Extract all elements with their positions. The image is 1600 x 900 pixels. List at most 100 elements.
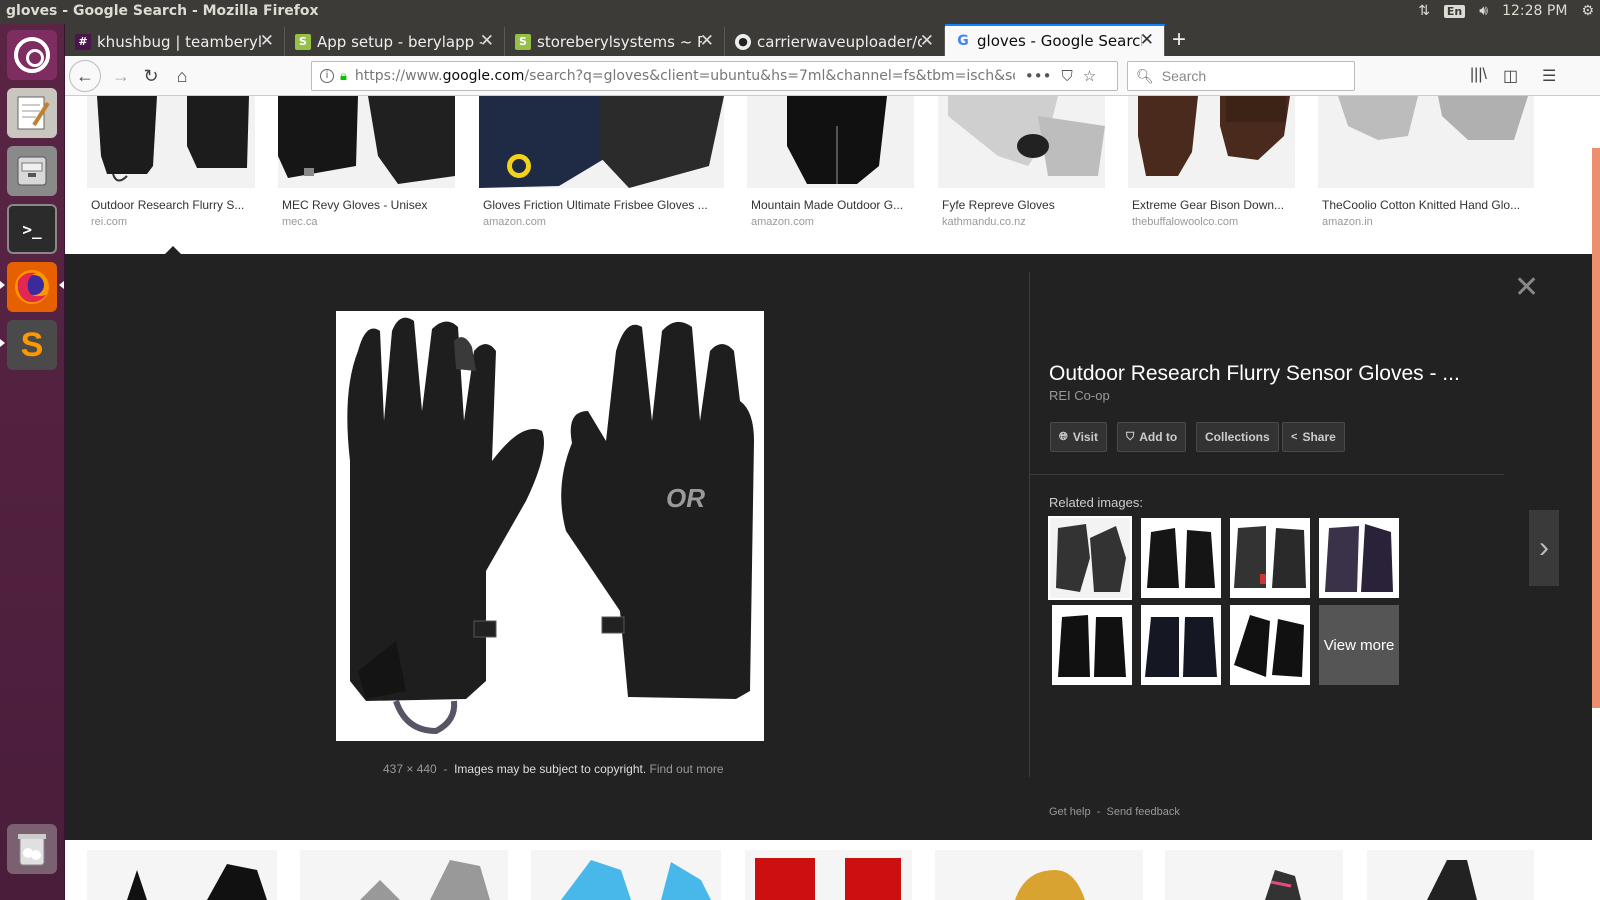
- globe-icon: 🌐︎: [1059, 430, 1068, 443]
- sidebar-icon[interactable]: ◫: [1503, 66, 1518, 86]
- bookmark-star-icon[interactable]: ☆: [1083, 67, 1096, 85]
- result-image[interactable]: [1128, 96, 1295, 188]
- result-source[interactable]: kathmandu.co.nz: [938, 216, 1105, 228]
- result-caption[interactable]: MEC Revy Gloves - Unisex: [278, 198, 455, 212]
- share-button[interactable]: < Share: [1282, 422, 1345, 452]
- image-title[interactable]: Outdoor Research Flurry Sensor Gloves - …: [1049, 362, 1479, 386]
- tab-app-setup[interactable]: S App setup - berylapp - Sh ✕: [285, 27, 505, 56]
- send-feedback-link[interactable]: Send feedback: [1106, 806, 1179, 818]
- close-tab-icon[interactable]: ✕: [480, 31, 494, 51]
- result-thumb[interactable]: TheCoolio Cotton Knitted Hand Glo... ama…: [1318, 96, 1534, 228]
- bookmark-icon: ⛉: [1126, 430, 1135, 443]
- visit-button[interactable]: 🌐︎ Visit: [1050, 422, 1107, 452]
- result-caption[interactable]: TheCoolio Cotton Knitted Hand Glo...: [1318, 198, 1534, 212]
- reload-button[interactable]: ↻: [137, 62, 165, 90]
- result-thumb[interactable]: [300, 850, 508, 900]
- slack-icon: #: [75, 33, 91, 50]
- result-thumb[interactable]: [1367, 850, 1534, 900]
- result-image[interactable]: [479, 96, 724, 188]
- firefox-launcher[interactable]: [7, 262, 57, 312]
- result-caption[interactable]: Gloves Friction Ultimate Frisbee Gloves …: [479, 198, 724, 212]
- navigation-toolbar: ← → ↻ ⌂ i 🔒︎ https://www.google.com/sear…: [65, 56, 1600, 96]
- result-thumb[interactable]: [745, 850, 912, 900]
- next-image-button[interactable]: ›: [1529, 510, 1559, 586]
- result-image[interactable]: [938, 96, 1105, 188]
- url-bar[interactable]: i 🔒︎ https://www.google.com/search?q=glo…: [311, 61, 1118, 91]
- related-image[interactable]: [1230, 518, 1310, 598]
- library-icon[interactable]: |||\: [1470, 66, 1487, 84]
- forward-button[interactable]: →: [107, 62, 135, 90]
- volume-icon[interactable]: 🔊︎: [1479, 3, 1488, 19]
- network-icon[interactable]: ⇅: [1418, 3, 1430, 19]
- result-thumb[interactable]: Outdoor Research Flurry S... rei.com: [87, 96, 255, 228]
- result-caption[interactable]: Extreme Gear Bison Down...: [1128, 198, 1295, 212]
- get-help-link[interactable]: Get help: [1049, 806, 1091, 818]
- close-tab-icon[interactable]: ✕: [260, 31, 274, 51]
- result-caption[interactable]: Outdoor Research Flurry S...: [87, 198, 255, 212]
- result-thumb[interactable]: [87, 850, 277, 900]
- page-actions-icon[interactable]: •••: [1025, 67, 1052, 85]
- result-caption[interactable]: Fyfe Repreve Gloves: [938, 198, 1105, 212]
- result-source[interactable]: amazon.com: [747, 216, 914, 228]
- files-launcher[interactable]: [7, 146, 57, 196]
- new-tab-button[interactable]: +: [1172, 26, 1186, 54]
- result-source[interactable]: amazon.in: [1318, 216, 1534, 228]
- tab-store[interactable]: S storeberylsystems ~ Pro ✕: [505, 27, 725, 56]
- site-info-icon[interactable]: i: [320, 69, 334, 83]
- image-source[interactable]: REI Co-op: [1049, 388, 1110, 403]
- related-image[interactable]: [1141, 518, 1221, 598]
- related-image[interactable]: [1230, 605, 1310, 685]
- sublime-text-launcher[interactable]: S: [7, 320, 57, 370]
- close-viewer-icon[interactable]: ✕: [1514, 270, 1539, 305]
- menu-hamburger-icon[interactable]: ☰: [1542, 66, 1556, 86]
- related-image[interactable]: [1319, 518, 1399, 598]
- result-thumb[interactable]: Gloves Friction Ultimate Frisbee Gloves …: [479, 96, 724, 228]
- result-thumb[interactable]: Mountain Made Outdoor G... amazon.com: [747, 96, 914, 228]
- text-editor-launcher[interactable]: [7, 88, 57, 138]
- result-thumb[interactable]: Fyfe Repreve Gloves kathmandu.co.nz: [938, 96, 1105, 228]
- keyboard-layout[interactable]: En: [1443, 4, 1466, 18]
- result-thumb[interactable]: MEC Revy Gloves - Unisex mec.ca: [278, 96, 455, 228]
- result-thumb[interactable]: [1165, 850, 1343, 900]
- add-to-button[interactable]: ⛉ Add to: [1117, 422, 1187, 452]
- settings-gear-icon[interactable]: ⚙: [1581, 3, 1594, 19]
- find-out-more-link[interactable]: Find out more: [650, 762, 724, 776]
- view-more-button[interactable]: View more: [1319, 605, 1399, 685]
- result-source[interactable]: thebuffalowoolco.com: [1128, 216, 1295, 228]
- trash-icon: [18, 834, 46, 866]
- url-text[interactable]: https://www.google.com/search?q=gloves&c…: [355, 68, 1015, 84]
- related-image[interactable]: [1052, 605, 1132, 685]
- result-thumb[interactable]: Extreme Gear Bison Down... thebuffalowoo…: [1128, 96, 1295, 228]
- tab-google-search[interactable]: G gloves - Google Search ✕: [945, 24, 1165, 56]
- collections-button[interactable]: Collections: [1196, 422, 1279, 452]
- trash-launcher[interactable]: [7, 824, 57, 874]
- close-tab-icon[interactable]: ✕: [920, 31, 934, 51]
- result-source[interactable]: rei.com: [87, 216, 255, 228]
- tab-slack[interactable]: # khushbug | teamberyl Sl ✕: [65, 27, 285, 56]
- tab-github[interactable]: ● carrierwaveuploader/ca ✕: [725, 27, 945, 56]
- result-thumb[interactable]: [531, 850, 721, 900]
- terminal-launcher[interactable]: >_: [7, 204, 57, 254]
- main-preview-image[interactable]: OR: [336, 311, 764, 741]
- result-image[interactable]: [747, 96, 914, 188]
- search-bar[interactable]: 🔍︎ Search: [1127, 61, 1355, 91]
- close-tab-icon[interactable]: ✕: [1140, 30, 1154, 50]
- back-button[interactable]: ←: [69, 60, 101, 92]
- result-image[interactable]: [1318, 96, 1534, 188]
- result-image[interactable]: [87, 96, 255, 188]
- home-button[interactable]: ⌂: [168, 62, 196, 90]
- result-thumb[interactable]: [935, 850, 1143, 900]
- result-caption[interactable]: Mountain Made Outdoor G...: [747, 198, 914, 212]
- pocket-icon[interactable]: ⛉: [1061, 67, 1072, 85]
- page-scrollbar[interactable]: [1592, 96, 1600, 900]
- dash-home-button[interactable]: [7, 30, 57, 80]
- related-image[interactable]: [1141, 605, 1221, 685]
- github-icon: ●: [735, 33, 751, 50]
- result-source[interactable]: mec.ca: [278, 216, 455, 228]
- related-image[interactable]: [1048, 516, 1132, 600]
- scrollbar-thumb[interactable]: [1592, 148, 1600, 708]
- result-source[interactable]: amazon.com: [479, 216, 724, 228]
- result-image[interactable]: [278, 96, 455, 188]
- clock[interactable]: 12:28 PM: [1502, 3, 1567, 19]
- close-tab-icon[interactable]: ✕: [700, 31, 714, 51]
